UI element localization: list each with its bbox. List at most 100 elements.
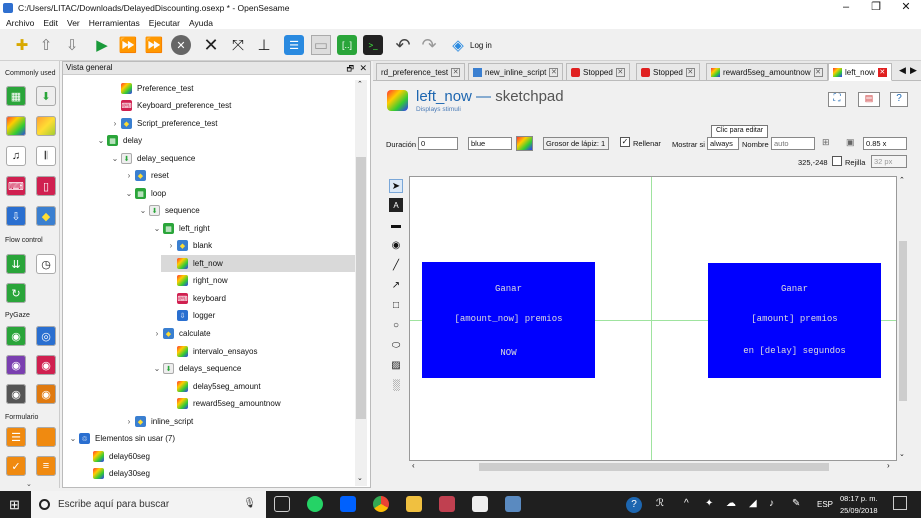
close-button[interactable]: ✕ — [891, 0, 921, 15]
pygaze-start-item-icon[interactable]: ◉ — [6, 355, 26, 375]
tree-item[interactable]: › ◆ blank — [165, 237, 212, 254]
language-indicator[interactable]: ESP — [817, 500, 833, 509]
tree-item[interactable]: ⌄ ⬇ delay_sequence — [109, 150, 195, 167]
tree-item[interactable]: › ◆ calculate — [151, 325, 211, 342]
clock-date[interactable]: 25/09/2018 — [840, 506, 878, 515]
tab-close-icon[interactable]: ✕ — [549, 67, 559, 77]
pygaze-stop-item-icon[interactable]: ◉ — [36, 355, 56, 375]
tree-item[interactable]: ⌄ ▦ left_right — [151, 220, 210, 237]
scroll-up-icon[interactable]: ⌃ — [357, 80, 363, 88]
taskbar-search-box[interactable]: Escribe aquí para buscar 🎙 — [31, 491, 266, 518]
color-input[interactable]: blue — [468, 137, 512, 150]
item-title[interactable]: left_now — sketchpad — [416, 88, 564, 105]
rect-tool-icon[interactable]: □ — [389, 298, 403, 312]
tree-item[interactable]: reward5seg_amountnow — [165, 395, 281, 412]
tab-preference-test[interactable]: rd_preference_test ✕ — [376, 63, 466, 81]
collapse-arrow-icon[interactable]: ⌄ — [151, 364, 163, 373]
logger-item-icon[interactable]: ⇩ — [6, 206, 26, 226]
help-icon[interactable]: ? — [890, 92, 908, 107]
undo-icon[interactable]: ↶ — [393, 35, 413, 55]
menu-ejecutar[interactable]: Ejecutar — [149, 18, 180, 28]
run-fullscreen-icon[interactable]: ⏩ — [144, 35, 164, 55]
fill-checkbox[interactable]: ✓ — [620, 137, 630, 147]
tree-item[interactable]: ⌨ keyboard — [165, 290, 226, 307]
run-quick-icon[interactable]: ⏩ — [118, 35, 138, 55]
pygaze-wait-item-icon[interactable]: ◉ — [6, 384, 26, 404]
menu-herramientas[interactable]: Herramientas — [89, 18, 140, 28]
zoom-reset-icon[interactable]: ⊞ — [822, 137, 830, 148]
pen-icon[interactable]: ✎ — [792, 498, 800, 509]
dropbox-icon[interactable] — [340, 496, 356, 512]
script-view-icon[interactable]: ▤ — [858, 92, 880, 107]
canvas-horizontal-scrollbar[interactable]: ‹ › — [409, 461, 897, 473]
save-file-icon[interactable]: ⇩ — [62, 35, 82, 55]
form-consent-item-icon[interactable] — [36, 427, 56, 447]
close-panel-icon[interactable]: ✕ — [359, 62, 367, 74]
tree-item[interactable]: ⌄ ♲ Elementos sin usar (7) — [67, 430, 175, 447]
left-stimulus-box[interactable]: Ganar [amount_now] premios NOW — [422, 262, 595, 378]
float-panel-icon[interactable]: 🗗 — [346, 63, 354, 75]
help-tray-icon[interactable]: ? — [626, 497, 642, 513]
document-icon[interactable] — [472, 496, 488, 512]
synth-item-icon[interactable]: 𝄃 — [36, 146, 56, 166]
form-base-item-icon[interactable]: ☰ — [6, 427, 26, 447]
inline-script-item-icon[interactable]: ◆ — [36, 206, 56, 226]
loop-item-icon[interactable]: ▦ — [6, 86, 26, 106]
grid-checkbox[interactable] — [832, 156, 842, 166]
keyboard-item-icon[interactable]: ⌨ — [6, 176, 26, 196]
expand-arrow-icon[interactable]: › — [151, 329, 163, 338]
minimize-button[interactable]: – — [831, 0, 861, 15]
zoom-select[interactable]: 0.85 x — [863, 137, 907, 150]
expand-arrow-icon[interactable]: › — [123, 171, 135, 180]
collapse-arrow-icon[interactable]: ⌄ — [123, 189, 135, 198]
canvas-vertical-scrollbar[interactable]: ⌃ ⌄ — [897, 176, 909, 461]
collapse-arrow-icon[interactable]: ⌄ — [151, 224, 163, 233]
redo-icon[interactable]: ↷ — [419, 35, 439, 55]
tree-item[interactable]: ⌨ Keyboard_preference_test — [109, 97, 231, 114]
color-picker-icon[interactable] — [516, 136, 533, 151]
tree-item[interactable]: ⌄ ▦ delay — [95, 132, 142, 149]
tree-item[interactable]: ⌄ ⬇ sequence — [137, 202, 200, 219]
mouse-item-icon[interactable]: ▯ — [36, 176, 56, 196]
overview-scrollbar[interactable]: ⌃ ⌄ — [355, 80, 367, 486]
form-text-display-item-icon[interactable]: ≡ — [36, 456, 56, 476]
item-description[interactable]: Displays stimuli — [416, 106, 461, 113]
volume-icon[interactable]: ♪ — [769, 498, 774, 509]
tree-item[interactable]: ⌄ ▦ loop — [123, 185, 166, 202]
wifi-icon[interactable]: ◢ — [749, 498, 757, 509]
tree-item[interactable]: delay30seg — [81, 465, 150, 482]
tree-item[interactable]: › ◆ Script_preference_test — [109, 115, 218, 132]
sequence-item-icon[interactable]: ⬇ — [36, 86, 56, 106]
app-icon[interactable] — [505, 496, 521, 512]
tab-left-now[interactable]: left_now ✕ — [828, 63, 892, 81]
tab-reward5seg-amountnow[interactable]: reward5seg_amountnow ✕ — [706, 63, 828, 81]
tree-item[interactable]: › ◆ inline_script — [123, 413, 193, 430]
stop-icon[interactable]: ✕ — [171, 35, 191, 55]
grid-size-input[interactable]: 32 px — [871, 155, 907, 168]
feedback-item-icon[interactable] — [36, 116, 56, 136]
coroutines-item-icon[interactable]: ⇊ — [6, 254, 26, 274]
collapse-arrow-icon[interactable]: ⌄ — [67, 434, 79, 443]
windows-start-icon[interactable]: ⊞ — [9, 497, 20, 513]
microphone-icon[interactable]: 🎙 — [243, 498, 256, 509]
zoom-fit-icon[interactable]: ▣ — [846, 137, 855, 148]
collapse-arrow-icon[interactable]: ⌄ — [109, 154, 121, 163]
maximize-view-icon[interactable]: ⛶ — [828, 92, 846, 107]
task-view-icon[interactable] — [274, 496, 290, 512]
menu-archivo[interactable]: Archivo — [6, 18, 34, 28]
tree-item-selected[interactable]: left_now — [161, 255, 356, 272]
clock-time[interactable]: 08:17 p. m. — [840, 494, 878, 503]
tree-item[interactable]: right_now — [165, 272, 228, 289]
pin-icon[interactable]: ⊥ — [254, 35, 274, 55]
sketchpad-canvas[interactable]: Ganar [amount_now] premios NOW Ganar [am… — [409, 176, 897, 461]
tree-item[interactable]: Preference_test — [109, 80, 193, 97]
opensesame-taskbar-icon[interactable] — [439, 496, 455, 512]
scrollbar-thumb[interactable] — [356, 157, 366, 419]
tree-item[interactable]: intervalo_ensayos — [165, 343, 257, 360]
image-tool-icon[interactable]: ▬ — [389, 218, 403, 232]
show-if-input[interactable]: always — [707, 137, 739, 150]
tab-scroll-right-icon[interactable]: ▶ — [910, 65, 917, 76]
expand-arrow-icon[interactable]: › — [165, 241, 177, 250]
tree-item[interactable]: delay5seg_amount — [165, 378, 261, 395]
chrome-icon[interactable] — [373, 496, 389, 512]
